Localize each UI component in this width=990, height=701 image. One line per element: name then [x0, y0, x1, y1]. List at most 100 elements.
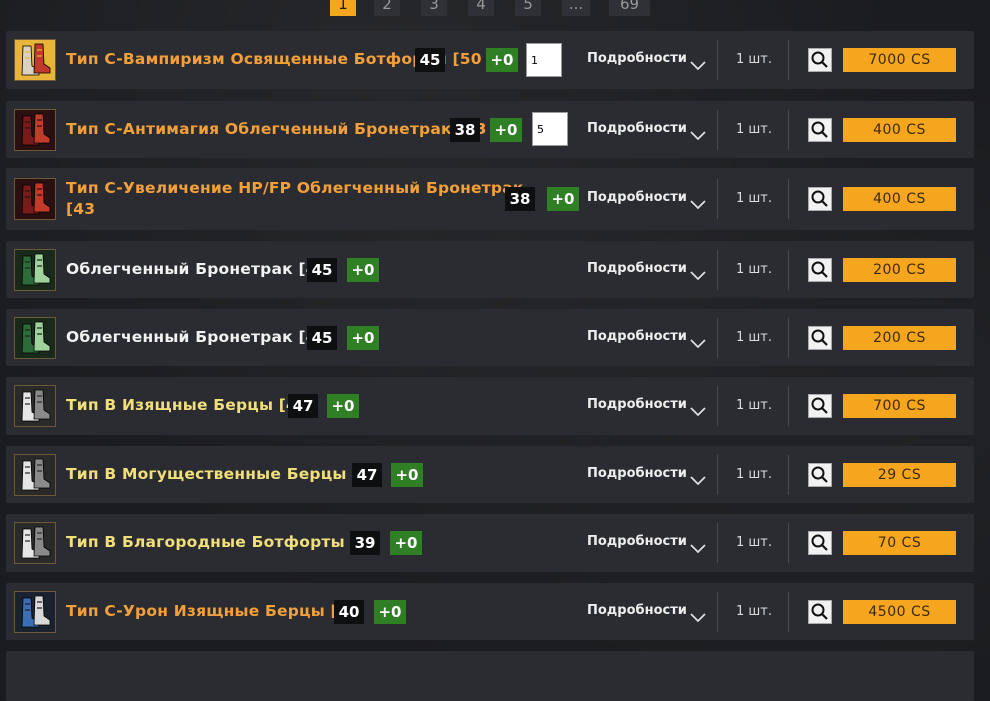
buy-price-button[interactable]: 200 CS: [843, 325, 956, 350]
enchant-badge: +0: [490, 117, 522, 142]
boots-red-icon: [14, 178, 56, 220]
boots-green-icon: [14, 316, 56, 359]
search-button[interactable]: [808, 531, 832, 555]
details-toggle[interactable]: Подробности: [587, 190, 687, 205]
search-button[interactable]: [808, 48, 832, 72]
search-icon: [809, 49, 831, 71]
chevron-down-icon[interactable]: [690, 195, 706, 210]
page-button-3[interactable]: 3: [421, 0, 447, 16]
details-toggle[interactable]: Подробности: [587, 534, 687, 549]
search-icon: [809, 119, 831, 141]
item-name[interactable]: Тип B Изящные Берцы [47: [66, 396, 308, 414]
column-divider: [717, 40, 718, 80]
search-button[interactable]: [808, 187, 832, 211]
item-name[interactable]: Тип C-Увеличение HP/FP Облегченный Броне…: [66, 178, 524, 220]
item-count: 1 шт.: [736, 466, 773, 482]
chevron-down-icon[interactable]: [690, 402, 706, 417]
buy-price-button[interactable]: 29 CS: [843, 462, 956, 487]
quantity-input[interactable]: [526, 43, 562, 77]
item-row: Тип B Изящные Берцы [47 47 +0 Подробности 1 …: [6, 377, 974, 435]
item-count: 1 шт.: [736, 191, 773, 206]
buy-price-button[interactable]: 400 CS: [843, 187, 956, 211]
search-icon: [809, 601, 831, 623]
column-divider: [717, 179, 718, 219]
column-divider: [788, 179, 789, 219]
buy-price-button[interactable]: 700 CS: [843, 394, 956, 418]
column-divider: [788, 109, 789, 150]
details-toggle[interactable]: Подробности: [587, 261, 687, 276]
column-divider: [717, 249, 718, 290]
column-divider: [788, 591, 789, 632]
enchant-badge: +0: [327, 394, 359, 418]
item-name[interactable]: Тип B Могущественные Берцы [47: [66, 465, 382, 483]
enchant-badge: +0: [390, 531, 422, 555]
page-button-4[interactable]: 4: [468, 0, 494, 16]
column-divider: [788, 523, 789, 563]
details-toggle[interactable]: Подробности: [587, 397, 687, 412]
buy-price-button[interactable]: 7000 CS: [843, 48, 956, 72]
chevron-down-icon[interactable]: [690, 266, 706, 280]
search-button[interactable]: [808, 394, 832, 418]
page-button-5[interactable]: 5: [515, 0, 541, 16]
item-row: Тип C-Антимагия Облегченный Бронетрак [4…: [6, 101, 974, 158]
search-button[interactable]: [808, 257, 832, 282]
search-icon: [809, 327, 831, 349]
details-toggle[interactable]: Подробности: [587, 466, 687, 481]
details-toggle[interactable]: Подробности: [587, 121, 687, 136]
page-button-last[interactable]: 69: [609, 0, 650, 16]
buy-price-button[interactable]: 400 CS: [843, 117, 956, 142]
item-count: 1 шт.: [736, 398, 773, 413]
chevron-down-icon[interactable]: [690, 471, 706, 485]
details-toggle[interactable]: Подробности: [587, 51, 687, 66]
item-name[interactable]: Тип B Благородные Ботфорты [39: [66, 533, 380, 551]
details-toggle[interactable]: Подробности: [587, 603, 687, 618]
column-divider: [788, 386, 789, 426]
chevron-down-icon[interactable]: [690, 126, 706, 140]
buy-price-button[interactable]: 200 CS: [843, 257, 956, 282]
page-button-ellipsis[interactable]: ...: [562, 0, 590, 16]
column-divider: [717, 317, 718, 358]
boots-silver-icon: [14, 522, 56, 564]
buy-price-button[interactable]: 70 CS: [843, 531, 956, 555]
search-icon: [809, 395, 831, 417]
chevron-down-icon[interactable]: [690, 539, 706, 554]
column-divider: [717, 386, 718, 426]
enchant-badge: +0: [347, 325, 379, 350]
enchant-badge: +0: [547, 187, 579, 211]
search-button[interactable]: [808, 599, 832, 624]
chevron-down-icon[interactable]: [690, 56, 706, 71]
search-button[interactable]: [808, 462, 832, 487]
boots-green-icon: [14, 248, 56, 291]
item-name[interactable]: Тип C-Антимагия Облегченный Бронетрак [4…: [66, 120, 487, 138]
quantity-input[interactable]: [532, 112, 568, 146]
details-toggle[interactable]: Подробности: [587, 329, 687, 344]
item-name[interactable]: Облегченный Бронетрак [45: [66, 260, 328, 278]
column-divider: [717, 454, 718, 495]
page-button-2[interactable]: 2: [374, 0, 400, 16]
item-name[interactable]: Облегченный Бронетрак [45: [66, 328, 328, 346]
chevron-down-icon[interactable]: [690, 608, 706, 622]
page-button-1[interactable]: 1: [330, 0, 356, 16]
item-name-line: Тип C-Увеличение HP/FP Облегченный Броне…: [66, 179, 524, 197]
search-button[interactable]: [808, 117, 832, 142]
level-badge: 47: [288, 394, 318, 418]
enchant-badge: +0: [374, 599, 406, 624]
search-button[interactable]: [808, 325, 832, 350]
boots-silver-icon: [14, 385, 56, 427]
chevron-down-icon[interactable]: [690, 334, 706, 348]
item-count: 1 шт.: [736, 603, 773, 619]
item-row: Тип C-Увеличение HP/FP Облегченный Броне…: [6, 168, 974, 230]
level-badge: 47: [352, 462, 382, 487]
item-row: Тип C-Вампиризм Освященные Ботфорты [50 4…: [6, 31, 974, 89]
column-divider: [717, 591, 718, 632]
enchant-badge: +0: [486, 48, 518, 72]
item-count: 1 шт.: [736, 535, 773, 550]
column-divider: [788, 249, 789, 290]
item-count: 1 шт.: [736, 121, 773, 137]
search-icon: [809, 532, 831, 554]
search-icon: [809, 259, 831, 281]
buy-price-button[interactable]: 4500 CS: [843, 599, 956, 624]
level-badge: 40: [334, 599, 364, 624]
item-row: Облегченный Бронетрак [45 45 +0 Подробности…: [6, 309, 974, 366]
item-name[interactable]: Тип C-Урон Изящные Берцы [45: [66, 602, 360, 620]
